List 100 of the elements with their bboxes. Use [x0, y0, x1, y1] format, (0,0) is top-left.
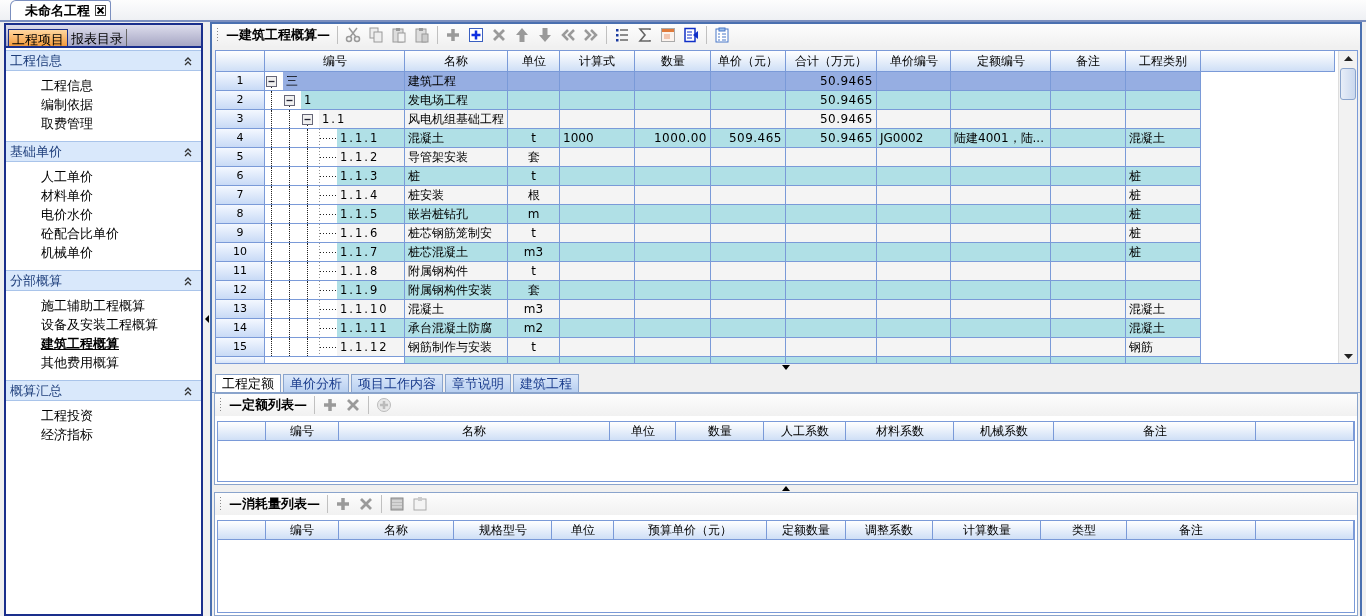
column-header[interactable]: 数量 — [676, 422, 764, 441]
column-header[interactable]: 备注 — [1127, 521, 1256, 540]
delete-icon[interactable] — [345, 397, 361, 413]
copy-icon[interactable] — [368, 27, 384, 43]
column-header[interactable]: 定额数量 — [767, 521, 846, 540]
nav-item[interactable]: 电价水价 — [41, 205, 201, 224]
plus-icon[interactable] — [335, 496, 351, 512]
section-header[interactable]: 分部概算 — [6, 270, 201, 291]
toolbar-grip[interactable] — [216, 27, 219, 43]
section-header[interactable]: 工程信息 — [6, 50, 201, 71]
delete-icon[interactable] — [491, 27, 507, 43]
column-header[interactable]: 单价编号 — [877, 51, 951, 72]
table-row[interactable]: 1 三 建筑工程 50.9465 — [216, 72, 1201, 91]
row-number[interactable]: 6 — [216, 167, 265, 186]
column-header[interactable]: 计算数量 — [933, 521, 1041, 540]
plus-icon[interactable] — [322, 397, 338, 413]
collapse-chevron-icon[interactable] — [183, 385, 193, 396]
collapse-arrow-icon[interactable] — [204, 315, 209, 323]
row-number[interactable]: 11 — [216, 262, 265, 281]
row-number[interactable]: 4 — [216, 129, 265, 148]
up-arrow-icon[interactable] — [782, 486, 790, 491]
row-number[interactable]: 15 — [216, 338, 265, 357]
paste-icon[interactable] — [414, 27, 430, 43]
double-left-icon[interactable] — [560, 27, 576, 43]
column-header[interactable]: 规格型号 — [454, 521, 552, 540]
column-header[interactable]: 单位 — [552, 521, 614, 540]
table-row[interactable]: 6 1.1.3 桩 t 桩 — [216, 167, 1201, 186]
column-header[interactable]: 名称 — [339, 521, 454, 540]
vertical-scrollbar[interactable] — [1338, 51, 1357, 363]
window-icon[interactable] — [660, 27, 676, 43]
add-circle-icon[interactable] — [376, 397, 392, 413]
collapse-chevron-icon[interactable] — [183, 55, 193, 66]
column-header[interactable]: 类型 — [1041, 521, 1127, 540]
scroll-thumb[interactable] — [1340, 68, 1356, 100]
sidebar-tab[interactable]: 报表目录 — [68, 29, 127, 46]
nav-item[interactable]: 机械单价 — [41, 243, 201, 262]
export-icon[interactable] — [683, 27, 699, 43]
table-row[interactable]: 4 1.1.1 混凝土 t 1000 1000.00 509.465 50.9465 JG0002 陆建4001，陆... 混凝土 — [216, 129, 1201, 148]
section-header[interactable]: 基础单价 — [6, 141, 201, 162]
row-number[interactable]: 12 — [216, 281, 265, 300]
tab[interactable]: 建筑工程 — [513, 374, 579, 392]
collapse-chevron-icon[interactable] — [183, 146, 193, 157]
nav-item[interactable]: 材料单价 — [41, 186, 201, 205]
double-right-icon[interactable] — [583, 27, 599, 43]
nav-item[interactable]: 取费管理 — [41, 114, 201, 133]
table-row[interactable]: 12 1.1.9 附属钢构件安装 套 — [216, 281, 1201, 300]
column-header[interactable]: 单位 — [508, 51, 560, 72]
scissors-icon[interactable] — [345, 27, 361, 43]
row-number[interactable]: 14 — [216, 319, 265, 338]
nav-item[interactable]: 人工单价 — [41, 167, 201, 186]
nav-item[interactable]: 砼配合比单价 — [41, 224, 201, 243]
row-number[interactable]: 3 — [216, 110, 265, 129]
column-header[interactable]: 编号 — [266, 521, 339, 540]
table-row[interactable]: 9 1.1.6 桩芯钢筋笼制安 t 桩 — [216, 224, 1201, 243]
column-header[interactable]: 材料系数 — [846, 422, 954, 441]
delete-icon[interactable] — [358, 496, 374, 512]
column-header[interactable]: 单价（元） — [711, 51, 786, 72]
row-number[interactable]: 5 — [216, 148, 265, 167]
tab[interactable]: 工程定额 — [215, 374, 281, 392]
table-row[interactable]: 10 1.1.7 桩芯混凝土 m3 桩 — [216, 243, 1201, 262]
clipboard-icon[interactable] — [412, 496, 428, 512]
row-number[interactable]: 2 — [216, 91, 265, 110]
table-row[interactable]: 13 1.1.10 混凝土 m3 混凝土 — [216, 300, 1201, 319]
toolbar-grip[interactable] — [219, 397, 222, 413]
table-row[interactable]: 14 1.1.11 承台混凝土防腐 m2 混凝土 — [216, 319, 1201, 338]
nav-item[interactable]: 工程投资 — [41, 406, 201, 425]
column-header[interactable]: 编号 — [265, 51, 405, 72]
nav-item[interactable]: 设备及安装工程概算 — [41, 315, 201, 334]
nav-item[interactable]: 经济指标 — [41, 425, 201, 444]
row-number[interactable]: 13 — [216, 300, 265, 319]
column-header[interactable]: 计算式 — [560, 51, 635, 72]
sidebar-tab[interactable]: 工程项目 — [8, 29, 68, 46]
list-icon[interactable] — [614, 27, 630, 43]
column-header[interactable]: 备注 — [1051, 51, 1126, 72]
table-row[interactable]: 3 1.1 风电机组基础工程 50.9465 — [216, 110, 1201, 129]
tab[interactable]: 单价分析 — [283, 374, 349, 392]
paste-icon[interactable] — [391, 27, 407, 43]
column-header[interactable]: 工程类别 — [1126, 51, 1201, 72]
column-header[interactable]: 预算单价（元） — [614, 521, 767, 540]
nav-item[interactable]: 编制依据 — [41, 95, 201, 114]
document-tab[interactable]: 未命名工程 — [10, 0, 111, 20]
row-number[interactable]: 9 — [216, 224, 265, 243]
row-number[interactable]: 10 — [216, 243, 265, 262]
table-icon[interactable] — [389, 496, 405, 512]
nav-item[interactable]: 建筑工程概算 — [41, 334, 201, 353]
column-header[interactable]: 名称 — [339, 422, 610, 441]
table-row[interactable]: 15 1.1.12 钢筋制作与安装 t 钢筋 — [216, 338, 1201, 357]
plus-icon[interactable] — [445, 27, 461, 43]
table-row[interactable]: 11 1.1.8 附属钢构件 t — [216, 262, 1201, 281]
column-header[interactable]: 单位 — [610, 422, 676, 441]
tab[interactable]: 项目工作内容 — [351, 374, 443, 392]
column-header[interactable]: 数量 — [635, 51, 711, 72]
section-header[interactable]: 概算汇总 — [6, 380, 201, 401]
table-row[interactable]: 8 1.1.5 嵌岩桩钻孔 m 桩 — [216, 205, 1201, 224]
row-number[interactable]: 1 — [216, 72, 265, 91]
column-header[interactable]: 编号 — [266, 422, 339, 441]
close-icon[interactable] — [95, 5, 106, 16]
row-number[interactable]: 7 — [216, 186, 265, 205]
toolbar-grip[interactable] — [219, 496, 222, 512]
insert-icon[interactable] — [468, 27, 484, 43]
